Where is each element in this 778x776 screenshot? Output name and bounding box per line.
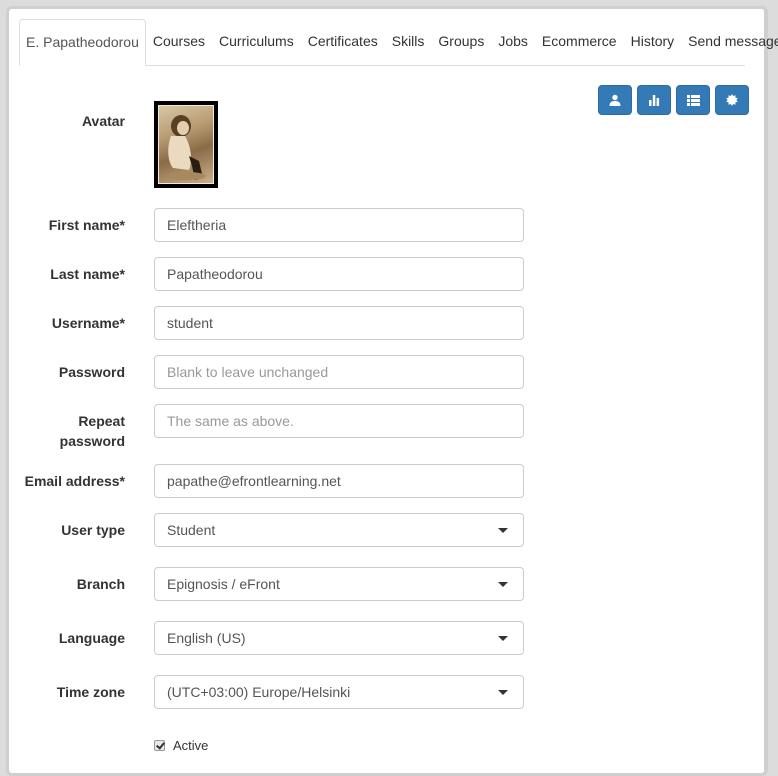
language-value: English (US): [167, 630, 246, 646]
avatar-figure-icon: [166, 115, 206, 180]
tab-send-message[interactable]: Send message: [681, 19, 778, 65]
active-checkbox[interactable]: [154, 740, 165, 751]
repeat-password-label: Repeat password: [15, 411, 125, 451]
time-zone-select[interactable]: (UTC+03:00) Europe/Helsinki: [154, 675, 524, 709]
tab-curriculums[interactable]: Curriculums: [212, 19, 301, 65]
bar-chart-icon: [649, 95, 660, 106]
language-select[interactable]: English (US): [154, 621, 524, 655]
first-name-input[interactable]: [154, 208, 524, 242]
tab-groups[interactable]: Groups: [431, 19, 491, 65]
statistics-button[interactable]: [637, 85, 671, 115]
caret-down-icon: [498, 636, 508, 641]
repeat-password-input[interactable]: [154, 404, 524, 438]
repeat-password-label-line1: Repeat: [78, 413, 125, 429]
caret-down-icon: [498, 528, 508, 533]
last-name-input[interactable]: [154, 257, 524, 291]
username-label: Username*: [51, 315, 125, 331]
tab-ecommerce[interactable]: Ecommerce: [535, 19, 624, 65]
branch-label: Branch: [76, 576, 125, 592]
language-label: Language: [58, 630, 125, 646]
list-icon: [686, 94, 700, 106]
repeat-password-label-line2: password: [59, 433, 125, 449]
active-label: Active: [173, 738, 209, 753]
avatar-photo: [158, 105, 214, 184]
caret-down-icon: [498, 582, 508, 587]
tab-profile[interactable]: E. Papatheodorou: [19, 19, 146, 66]
first-name-label: First name*: [48, 217, 125, 233]
profile-button[interactable]: [598, 85, 632, 115]
action-button-group: [598, 85, 749, 115]
time-zone-label: Time zone: [56, 684, 125, 700]
certificate-icon: [726, 94, 738, 106]
email-input[interactable]: [154, 464, 524, 498]
avatar[interactable]: [154, 101, 218, 188]
branch-value: Epignosis / eFront: [167, 576, 280, 592]
tab-jobs[interactable]: Jobs: [491, 19, 535, 65]
tab-skills[interactable]: Skills: [385, 19, 432, 65]
user-type-value: Student: [167, 522, 216, 538]
list-button[interactable]: [676, 85, 710, 115]
password-label: Password: [58, 364, 125, 380]
username-input[interactable]: [154, 306, 524, 340]
avatar-label: Avatar: [81, 113, 125, 129]
caret-down-icon: [498, 690, 508, 695]
user-profile-panel: E. Papatheodorou Courses Curriculums Cer…: [6, 6, 778, 776]
tab-history[interactable]: History: [624, 19, 682, 65]
certificate-button[interactable]: [715, 85, 749, 115]
time-zone-value: (UTC+03:00) Europe/Helsinki: [167, 684, 351, 700]
last-name-label: Last name*: [50, 266, 125, 282]
tab-courses[interactable]: Courses: [146, 19, 212, 65]
branch-select[interactable]: Epignosis / eFront: [154, 567, 524, 601]
tab-certificates[interactable]: Certificates: [301, 19, 385, 65]
password-input[interactable]: [154, 355, 524, 389]
user-type-select[interactable]: Student: [154, 513, 524, 547]
email-label: Email address*: [24, 473, 125, 489]
tab-bar: E. Papatheodorou Courses Curriculums Cer…: [19, 19, 778, 66]
active-checkbox-row: Active: [154, 738, 208, 753]
user-icon: [609, 94, 621, 106]
user-type-label: User type: [61, 522, 125, 538]
